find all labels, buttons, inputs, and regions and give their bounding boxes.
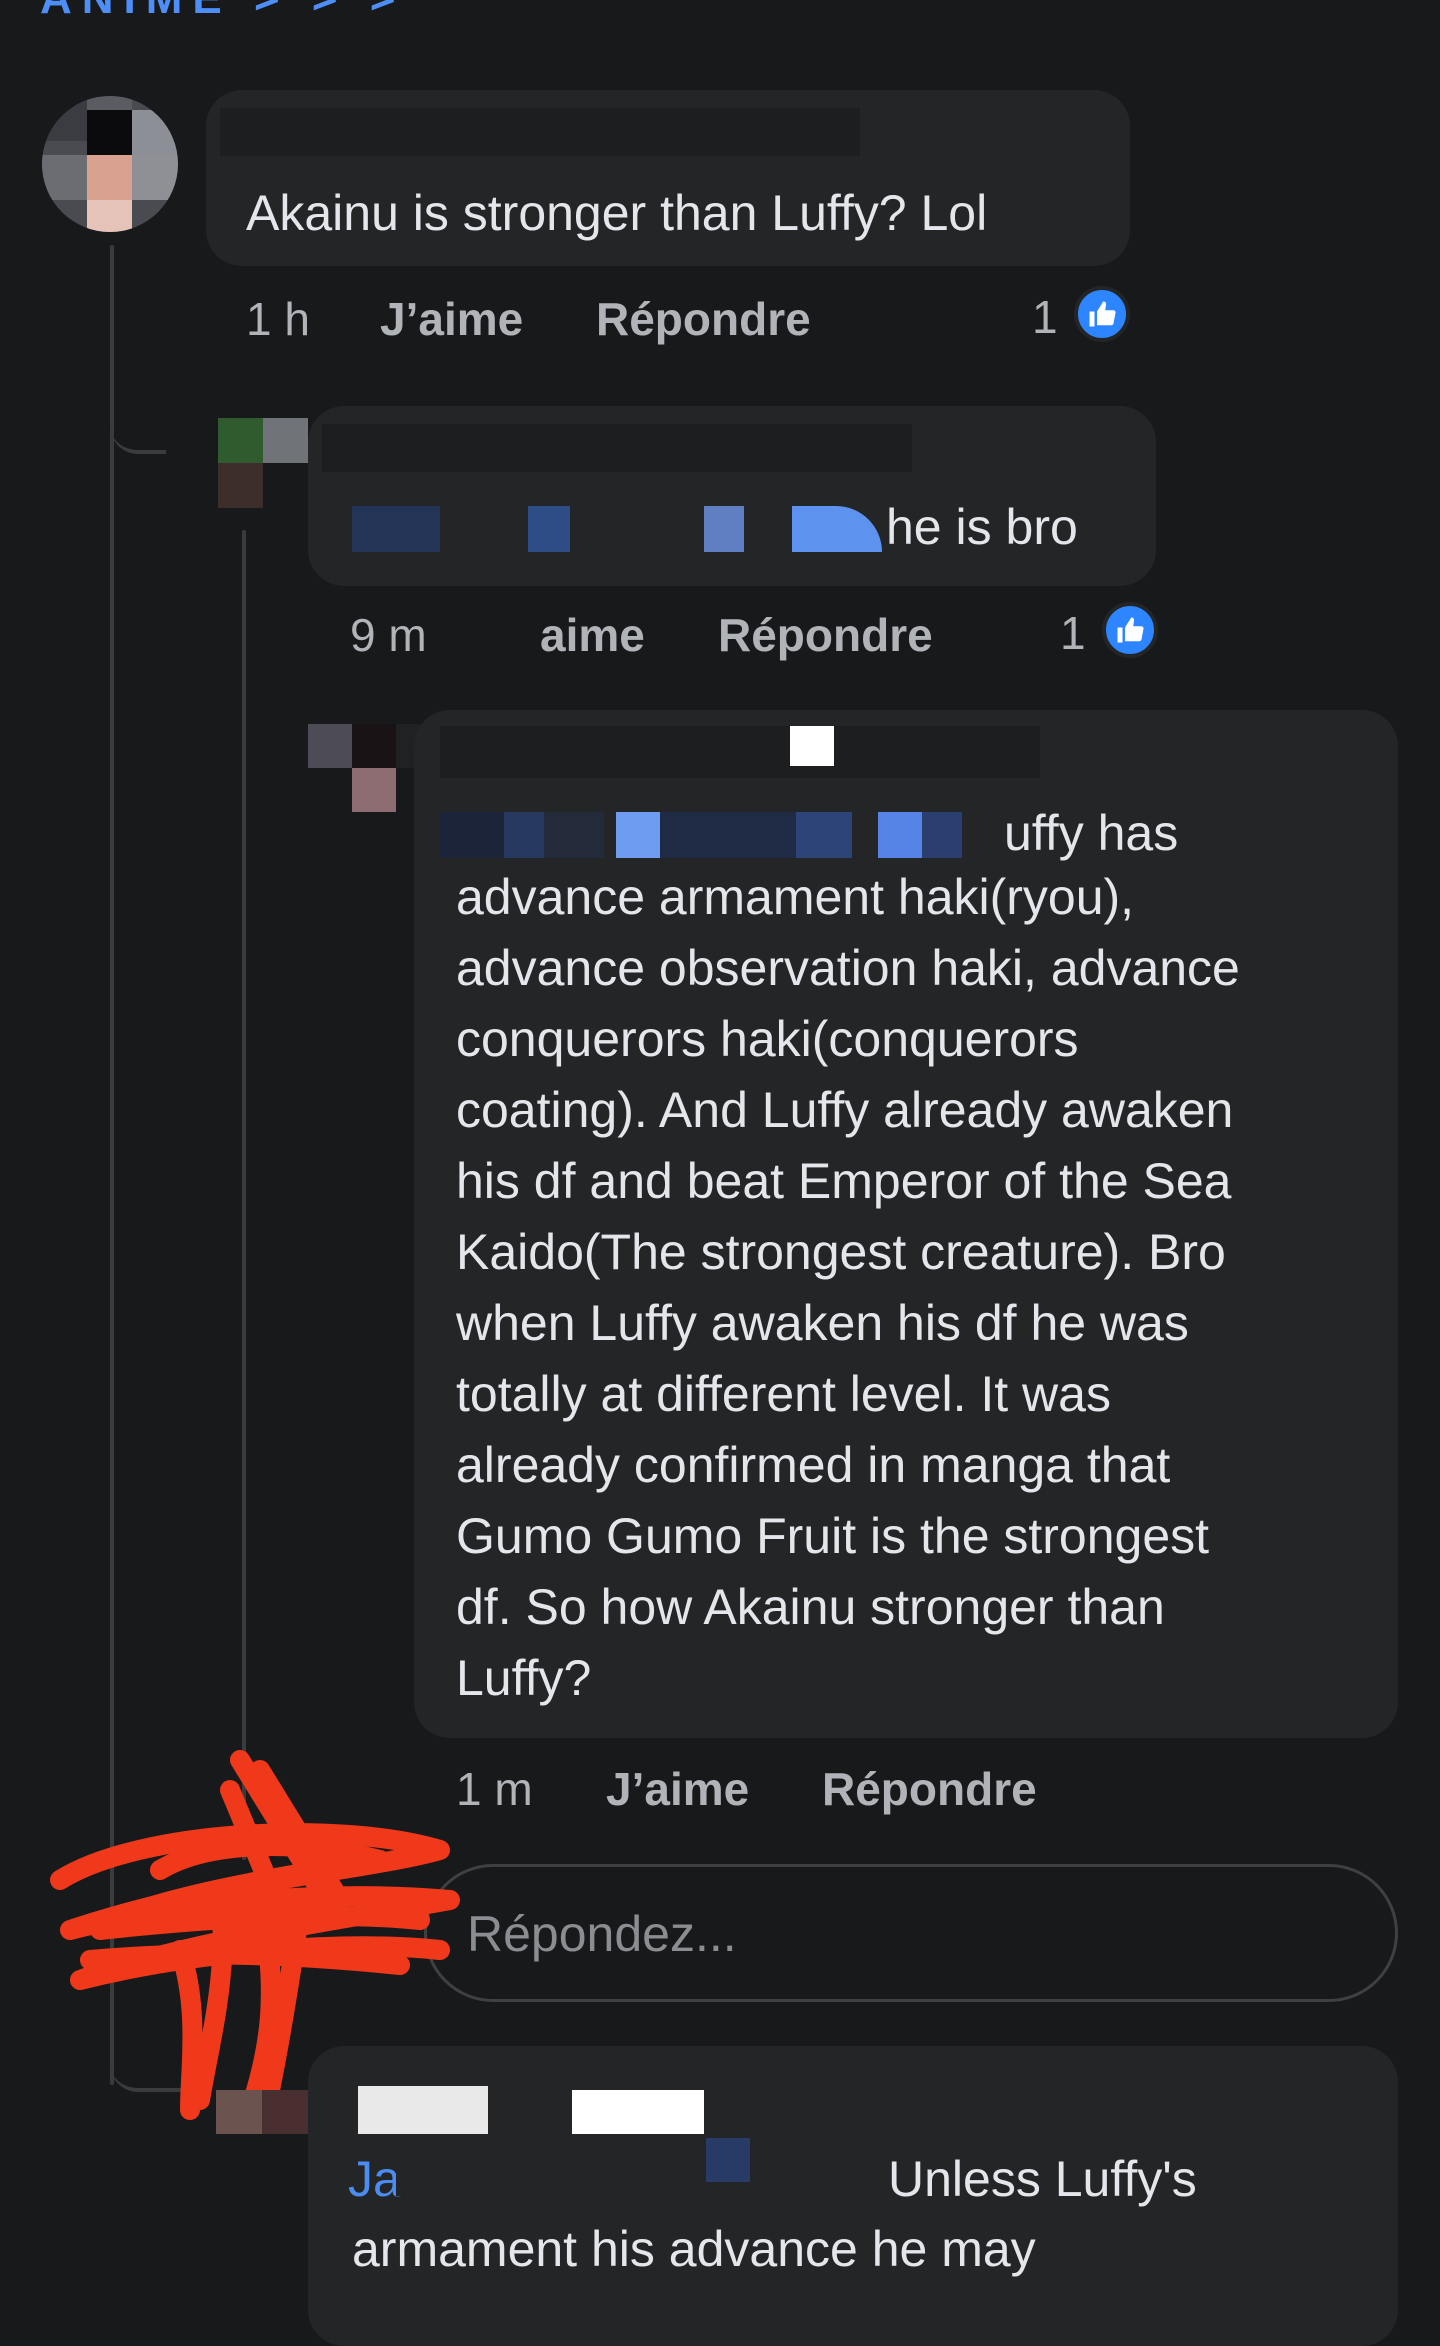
redacted-mark (790, 726, 834, 766)
comment-bubble: Akainu is stronger than Luffy? Lol (206, 90, 1130, 266)
reply-button[interactable]: Répondre (822, 1762, 1037, 1816)
reply-input[interactable]: Répondez... (424, 1864, 1398, 2002)
redacted-mention (544, 812, 604, 858)
comment-text-first-line: uffy has (1004, 805, 1179, 861)
redacted-mention (504, 812, 544, 858)
comment-time: 1 m (456, 1763, 533, 1815)
redacted-mention (706, 2138, 750, 2182)
reaction-count: 1 (1032, 291, 1058, 343)
avatar[interactable] (216, 2090, 308, 2134)
redacted-mention (796, 812, 852, 858)
redacted-author-name (440, 726, 1040, 778)
redacted-mention (878, 812, 922, 858)
redacted-mention (440, 812, 504, 858)
redacted-mention (352, 506, 440, 552)
comment-text-first-line: Unless Luffy's (888, 2151, 1197, 2207)
reaction-count: 1 (1060, 607, 1086, 659)
avatar[interactable] (42, 96, 178, 232)
comment-text: he is bro (886, 499, 1078, 555)
redacted-mention (616, 812, 660, 858)
redacted-mention (704, 506, 744, 552)
like-button[interactable]: aime (540, 608, 645, 662)
redacted-mention (660, 812, 796, 858)
reply-button[interactable]: Répondre (596, 292, 811, 346)
comment-bubble: he is bro (308, 406, 1156, 586)
page-header-partial: ANIME > > > (40, 0, 406, 24)
reply-button[interactable]: Répondre (718, 608, 933, 662)
redacted-author-name (220, 108, 860, 156)
avatar[interactable] (218, 418, 308, 508)
redacted-mark (572, 2090, 704, 2134)
redacted-mention (396, 2146, 696, 2196)
redacted-mention (528, 506, 570, 552)
like-button[interactable]: J’aime (380, 292, 523, 346)
thread-curve-reply-1 (110, 400, 166, 454)
redacted-author-name (322, 424, 912, 472)
redacted-author-name (358, 2086, 488, 2134)
redacted-mention (922, 812, 962, 858)
reply-input-placeholder: Répondez... (467, 1906, 737, 1962)
thumbs-up-icon[interactable] (1074, 286, 1130, 342)
comment-time: 9 m (350, 609, 427, 661)
comment-time: 1 h (246, 293, 310, 345)
comment-text: Akainu is stronger than Luffy? Lol (246, 185, 988, 241)
mention-link[interactable]: Ja (348, 2144, 401, 2215)
like-button[interactable]: J’aime (606, 1762, 749, 1816)
thread-line-nested (242, 530, 246, 1860)
comment-text: armament his advance he may (352, 2221, 1036, 2277)
redacted-mention (792, 506, 882, 552)
comment-text: advance armament haki(ryou), advance obs… (456, 869, 1240, 1706)
thumbs-up-icon[interactable] (1102, 602, 1158, 658)
comment-bubble: uffy has advance armament haki(ryou), ad… (414, 710, 1398, 1738)
comment-bubble: Ja Unless Luffy's armament his advance h… (308, 2046, 1398, 2346)
